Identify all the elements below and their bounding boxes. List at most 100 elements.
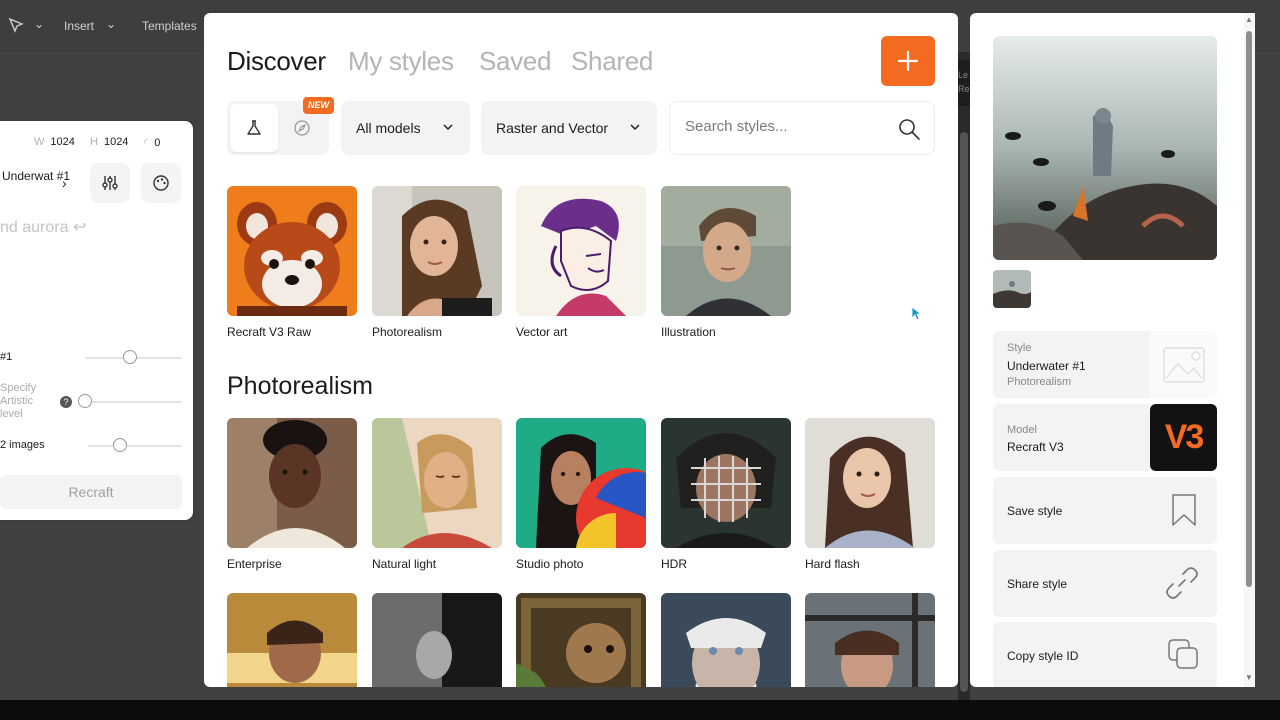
palette-icon xyxy=(153,175,169,191)
models-dropdown-label: All models xyxy=(356,120,421,136)
style-thumbnail xyxy=(516,186,646,316)
style-thumbnail xyxy=(516,593,646,687)
style-card-illustration[interactable]: Illustration xyxy=(661,186,791,339)
style-label: Studio photo xyxy=(516,557,584,571)
style-thumbnail xyxy=(227,593,357,687)
bookmark-icon xyxy=(1172,494,1196,526)
style-thumbnail xyxy=(805,418,935,548)
style-thumbnail xyxy=(661,593,791,687)
style-name: Underwater #1 xyxy=(1007,359,1086,373)
style-detail-panel: Style Underwater #1 Photorealism Model R… xyxy=(970,13,1255,687)
image-count-slider-handle[interactable] xyxy=(113,438,127,452)
style-card[interactable] xyxy=(516,593,646,687)
style-label: Illustration xyxy=(661,325,716,339)
image-count-label: 2 images xyxy=(0,439,45,451)
tab-discover[interactable]: Discover xyxy=(227,46,326,77)
tab-shared[interactable]: Shared xyxy=(571,46,653,77)
style-card-studio-photo[interactable]: Studio photo xyxy=(516,418,646,571)
style-key: Style xyxy=(1007,342,1032,354)
save-style-button[interactable]: Save style xyxy=(993,477,1217,544)
style-card-recraft-v3-raw[interactable]: Recraft V3 Raw xyxy=(227,186,357,339)
model-key: Model xyxy=(1007,424,1037,436)
add-style-button[interactable] xyxy=(881,36,935,86)
style-card[interactable] xyxy=(372,593,502,687)
chevron-right-icon: › xyxy=(62,175,67,191)
chevron-down-icon[interactable]: ⌄ xyxy=(106,17,116,31)
recraft-panel: W 1024 H 1024 ◜ 0 Underwat #1 › nd aurora ↩… xyxy=(0,121,193,520)
screen-border xyxy=(0,700,1280,720)
style-label: Natural light xyxy=(372,557,437,571)
tab-saved[interactable]: Saved xyxy=(479,46,552,77)
style-card[interactable] xyxy=(805,593,935,687)
filter-creator-styles[interactable] xyxy=(230,104,278,152)
type-dropdown-label: Raster and Vector xyxy=(496,120,609,136)
style-card-hard-flash[interactable]: Hard flash xyxy=(805,418,935,571)
scroll-down-arrow[interactable]: ▼ xyxy=(1245,673,1253,682)
scroll-up-arrow[interactable]: ▲ xyxy=(1245,15,1253,24)
copy-style-id-label: Copy style ID xyxy=(1007,649,1079,663)
search-input[interactable] xyxy=(685,118,885,135)
insert-menu[interactable]: Insert xyxy=(64,19,94,33)
chevron-down-icon xyxy=(443,124,453,131)
style-thumbnail xyxy=(372,593,502,687)
setting-label: #1 xyxy=(0,351,13,363)
new-badge: NEW xyxy=(303,97,334,114)
scrollbar[interactable]: ▲ ▼ xyxy=(1244,13,1255,687)
style-label: Recraft V3 Raw xyxy=(227,325,312,339)
share-style-label: Share style xyxy=(1007,577,1068,591)
style-thumbnail xyxy=(372,418,502,548)
style-card-vector-art[interactable]: Vector art xyxy=(516,186,646,339)
copy-style-id-button[interactable]: Copy style ID xyxy=(993,622,1217,687)
adjust-sliders-button[interactable] xyxy=(90,163,130,203)
style-info: Style Underwater #1 Photorealism xyxy=(993,331,1217,398)
models-dropdown[interactable]: All models xyxy=(341,101,470,155)
height-field[interactable]: H 1024 xyxy=(90,136,128,148)
styles-modal: Discover My styles Saved Shared NEW All … xyxy=(204,13,958,687)
search-icon xyxy=(899,119,920,140)
chevron-down-icon xyxy=(630,124,640,131)
artistic-slider-handle[interactable] xyxy=(78,394,92,408)
style-card-hdr[interactable]: HDR xyxy=(661,418,791,571)
save-style-label: Save style xyxy=(1007,504,1063,518)
prompt-input[interactable]: nd aurora ↩ xyxy=(0,217,86,237)
search-box xyxy=(669,101,935,155)
style-thumbnail xyxy=(372,186,502,316)
style-card[interactable] xyxy=(227,593,357,687)
image-count-slider-track[interactable] xyxy=(88,445,182,447)
section-title-photorealism: Photorealism xyxy=(227,372,373,400)
style-preview-thumbnail[interactable] xyxy=(993,270,1031,308)
compass-icon xyxy=(294,120,310,136)
slider-handle[interactable] xyxy=(123,350,137,364)
image-placeholder-icon xyxy=(1150,331,1217,398)
scrollbar-thumb[interactable] xyxy=(1246,31,1252,587)
model-badge: V3 xyxy=(1150,404,1217,471)
artistic-slider-track[interactable] xyxy=(78,401,182,403)
tab-my-styles[interactable]: My styles xyxy=(348,46,454,77)
style-thumbnail xyxy=(661,186,791,316)
style-label: Hard flash xyxy=(805,557,860,571)
style-preview-image xyxy=(993,36,1217,260)
style-card-photorealism[interactable]: Photorealism xyxy=(372,186,502,339)
flask-icon xyxy=(247,120,261,135)
share-style-button[interactable]: Share style xyxy=(993,550,1217,617)
help-icon[interactable]: ? xyxy=(60,396,72,408)
style-thumbnail xyxy=(516,418,646,548)
palette-button[interactable] xyxy=(141,163,181,203)
link-icon xyxy=(1166,567,1198,599)
side-strip-label: Le Re xyxy=(958,60,970,106)
style-card-natural-light[interactable]: Natural light xyxy=(372,418,502,571)
pointer-tool-icon[interactable] xyxy=(8,17,24,38)
side-strip-bar xyxy=(960,132,968,692)
style-label: HDR xyxy=(661,557,687,571)
width-field[interactable]: W 1024 xyxy=(34,136,75,148)
type-dropdown[interactable]: Raster and Vector xyxy=(481,101,657,155)
chevron-down-icon[interactable]: ⌄ xyxy=(34,17,44,31)
seed-field[interactable]: ◜ 0 xyxy=(144,136,160,149)
style-selector[interactable]: Underwat #1 xyxy=(0,163,80,203)
recraft-button[interactable]: Recraft xyxy=(0,475,182,509)
style-card-enterprise[interactable]: Enterprise xyxy=(227,418,357,571)
model-name: Recraft V3 xyxy=(1007,440,1064,454)
templates-menu[interactable]: Templates xyxy=(142,19,197,33)
style-card[interactable] xyxy=(661,593,791,687)
model-info: Model Recraft V3 V3 xyxy=(993,404,1217,471)
